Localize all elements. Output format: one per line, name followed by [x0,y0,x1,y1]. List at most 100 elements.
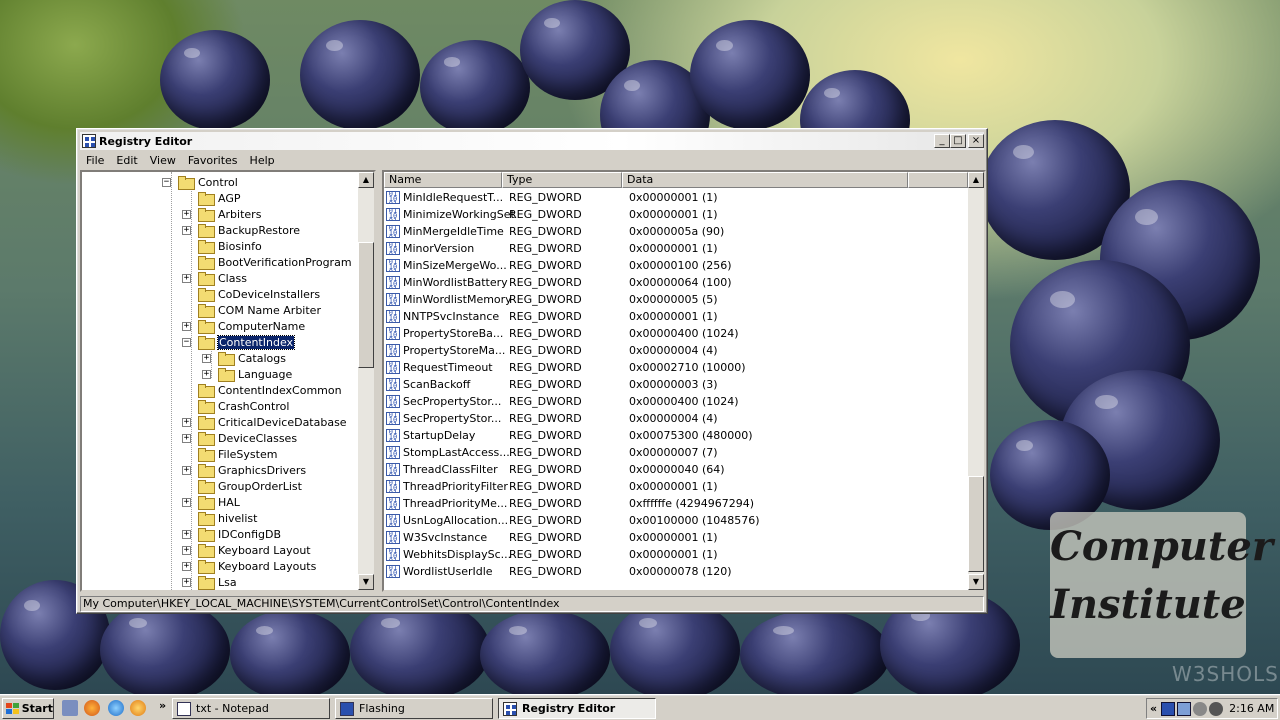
tree-item-codeviceinstallers[interactable]: CoDeviceInstallers [198,286,320,302]
tree-item-catalogs[interactable]: Catalogs [218,350,286,366]
value-row[interactable]: 01 10 01 StartupDelay REG_DWORD 0x00075300 (4… [386,427,946,444]
tree-vertical-scrollbar[interactable]: ▲ ▼ [358,172,374,590]
tree-item-graphicsdrivers[interactable]: GraphicsDrivers [198,462,306,478]
value-row[interactable]: 01 10 01 MinIdleRequestT... REG_DWORD 0x00000… [386,189,946,206]
column-header-type[interactable]: Type [502,172,622,188]
collapse-icon[interactable]: − [162,178,171,187]
tree-item-hal[interactable]: HAL [198,494,240,510]
tree-item-language[interactable]: Language [218,366,292,382]
value-row[interactable]: 01 10 01 PropertyStoreBa... REG_DWORD 0x00000… [386,325,946,342]
expand-icon[interactable]: + [182,434,191,443]
value-row[interactable]: 01 10 01 MinorVersion REG_DWORD 0x00000001 (1… [386,240,946,257]
tree-item-hivelist[interactable]: hivelist [198,510,257,526]
task-flashing[interactable]: Flashing [335,698,493,719]
menu-edit[interactable]: Edit [110,154,143,167]
firefox-icon[interactable] [84,700,100,716]
expand-icon[interactable]: + [182,578,191,587]
key-tree-pane[interactable]: Control − AGP Arbiters + BackupRestore + Biosin… [80,170,376,592]
tree-item-arbiters[interactable]: Arbiters [198,206,261,222]
tree-item-bootverificationprogram[interactable]: BootVerificationProgram [198,254,352,270]
expand-icon[interactable]: + [182,562,191,571]
expand-icon[interactable]: + [182,322,191,331]
tree-item-criticaldevicedatabase[interactable]: CriticalDeviceDatabase [198,414,347,430]
security-icon[interactable] [1209,701,1224,716]
start-button[interactable]: Start [2,698,54,719]
value-row[interactable]: 01 10 01 MinWordlistBattery REG_DWORD 0x00000… [386,274,946,291]
task-notepad[interactable]: txt - Notepad [172,698,330,719]
menu-help[interactable]: Help [244,154,281,167]
expand-icon[interactable]: + [202,370,211,379]
value-row[interactable]: 01 10 01 MinimizeWorkingSet REG_DWORD 0x00000… [386,206,946,223]
value-row[interactable]: 01 10 01 SecPropertyStor... REG_DWORD 0x00000… [386,393,946,410]
value-row[interactable]: 01 10 01 ThreadPriorityMe... REG_DWORD 0xffff… [386,495,946,512]
collapse-icon[interactable]: − [182,338,191,347]
tree-item-keyboard-layout[interactable]: Keyboard Layout [198,542,311,558]
value-row[interactable]: 01 10 01 SecPropertyStor... REG_DWORD 0x00000… [386,410,946,427]
tree-item-backuprestore[interactable]: BackupRestore [198,222,300,238]
tree-scroll-down-button[interactable]: ▼ [358,574,374,590]
list-vertical-scrollbar[interactable]: ▲ ▼ [968,172,984,590]
tree-item-grouporderlist[interactable]: GroupOrderList [198,478,302,494]
list-scroll-thumb[interactable] [968,476,984,572]
internet-explorer-icon[interactable] [108,700,124,716]
tree-item-agp[interactable]: AGP [198,190,241,206]
volume-icon[interactable] [1193,701,1208,716]
tray-expand-button[interactable]: « [1150,702,1157,715]
show-desktop-icon[interactable] [62,700,78,716]
menu-file[interactable]: File [80,154,110,167]
quicklaunch-overflow[interactable]: » [159,699,166,712]
column-header-data[interactable]: Data [622,172,908,188]
tree-item-biosinfo[interactable]: Biosinfo [198,238,262,254]
close-button[interactable]: × [968,134,984,148]
title-bar[interactable]: Registry Editor _ □ × [80,132,984,150]
minimize-button[interactable]: _ [934,134,950,148]
tree-item-computername[interactable]: ComputerName [198,318,305,334]
value-row[interactable]: 01 10 01 WordlistUserIdle REG_DWORD 0x0000007… [386,563,946,580]
tree-item-contentindexcommon[interactable]: ContentIndexCommon [198,382,342,398]
value-row[interactable]: 01 10 01 ThreadPriorityFilter REG_DWORD 0x000… [386,478,946,495]
expand-icon[interactable]: + [182,226,191,235]
value-row[interactable]: 01 10 01 WebhitsDisplaySc... REG_DWORD 0x0000… [386,546,946,563]
value-row[interactable]: 01 10 01 NNTPSvcInstance REG_DWORD 0x00000001… [386,308,946,325]
tree-item-idconfigdb[interactable]: IDConfigDB [198,526,281,542]
value-row[interactable]: 01 10 01 RequestTimeout REG_DWORD 0x00002710 … [386,359,946,376]
tray-app-icon[interactable] [1161,701,1176,716]
tree-item-crashcontrol[interactable]: CrashControl [198,398,289,414]
tree-item-keyboard-layouts[interactable]: Keyboard Layouts [198,558,316,574]
expand-icon[interactable]: + [182,466,191,475]
list-scroll-up-button[interactable]: ▲ [968,172,984,188]
values-list-pane[interactable]: Name Type Data 01 10 01 MinIdleRequestT... R… [382,170,986,592]
clock[interactable]: 2:16 AM [1229,702,1274,715]
column-header-name[interactable]: Name [384,172,502,188]
value-row[interactable]: 01 10 01 W3SvcInstance REG_DWORD 0x00000001 (… [386,529,946,546]
expand-icon[interactable]: + [182,418,191,427]
tree-item-class[interactable]: Class [198,270,247,286]
value-row[interactable]: 01 10 01 ThreadClassFilter REG_DWORD 0x000000… [386,461,946,478]
tree-item-deviceclasses[interactable]: DeviceClasses [198,430,297,446]
expand-icon[interactable]: + [182,530,191,539]
value-row[interactable]: 01 10 01 MinWordlistMemory REG_DWORD 0x000000… [386,291,946,308]
expand-icon[interactable]: + [182,546,191,555]
tree-scroll-up-button[interactable]: ▲ [358,172,374,188]
value-row[interactable]: 01 10 01 ScanBackoff REG_DWORD 0x00000003 (3) [386,376,946,393]
tree-item-control[interactable]: Control [178,174,238,190]
value-row[interactable]: 01 10 01 UsnLogAllocation... REG_DWORD 0x0010… [386,512,946,529]
tree-item-filesystem[interactable]: FileSystem [198,446,277,462]
tree-scroll-thumb[interactable] [358,242,374,368]
expand-icon[interactable]: + [182,274,191,283]
maximize-button[interactable]: □ [950,134,966,148]
value-row[interactable]: 01 10 01 StompLastAccess... REG_DWORD 0x00000… [386,444,946,461]
value-row[interactable]: 01 10 01 MinSizeMergeWo... REG_DWORD 0x000001… [386,257,946,274]
media-player-icon[interactable] [130,700,146,716]
menu-view[interactable]: View [144,154,182,167]
menu-favorites[interactable]: Favorites [182,154,244,167]
list-scroll-down-button[interactable]: ▼ [968,574,984,590]
tree-item-com-name-arbiter[interactable]: COM Name Arbiter [198,302,321,318]
value-row[interactable]: 01 10 01 PropertyStoreMa... REG_DWORD 0x00000… [386,342,946,359]
expand-icon[interactable]: + [202,354,211,363]
expand-icon[interactable]: + [182,498,191,507]
value-row[interactable]: 01 10 01 MinMergeIdleTime REG_DWORD 0x0000005… [386,223,946,240]
network-icon[interactable] [1177,701,1192,716]
expand-icon[interactable]: + [182,210,191,219]
task-registry-editor[interactable]: Registry Editor [498,698,656,719]
